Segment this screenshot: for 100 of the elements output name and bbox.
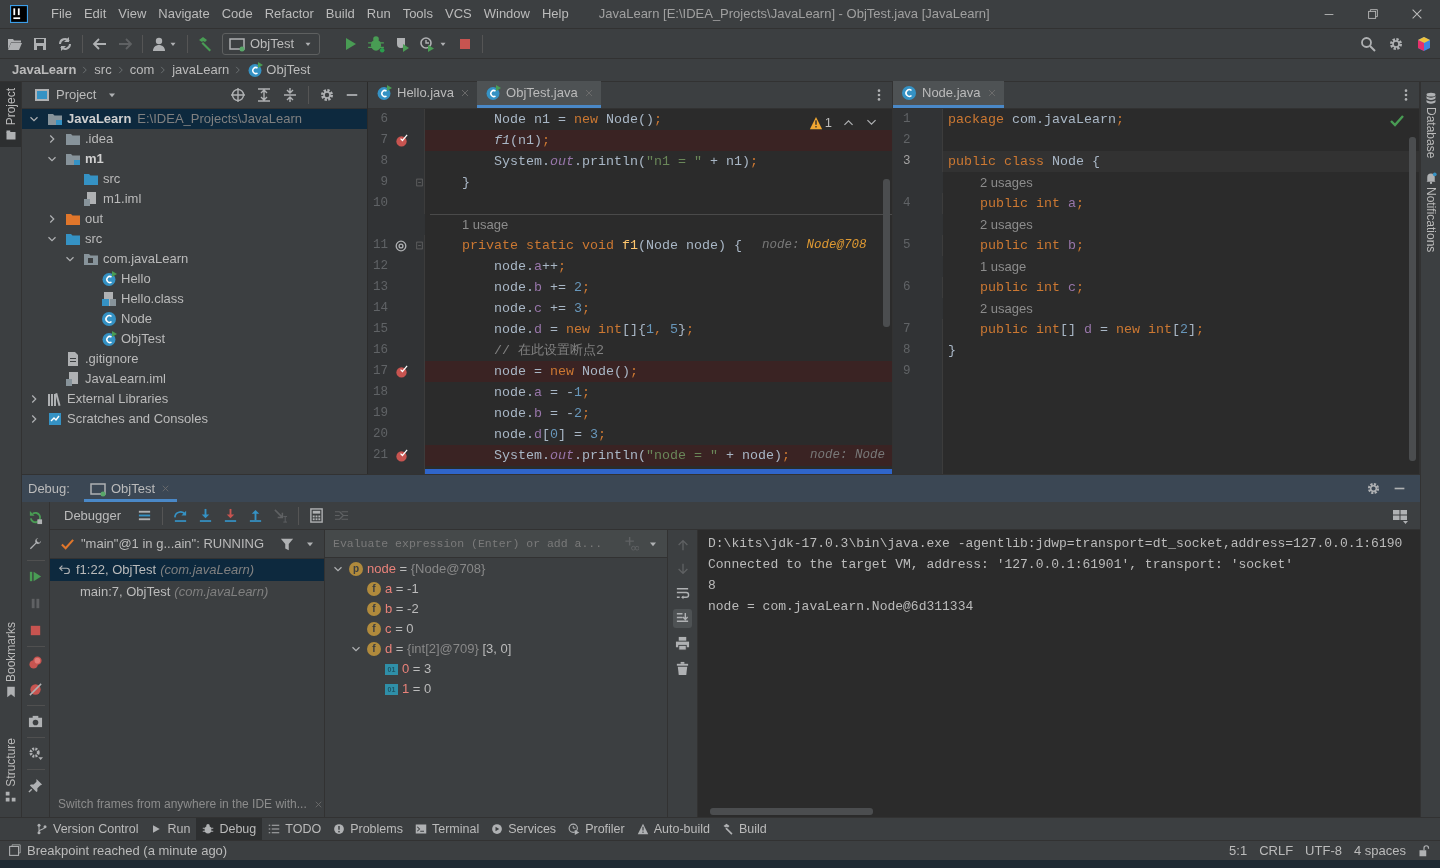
scrollbar[interactable]	[425, 469, 892, 474]
tree-row[interactable]: JavaLearn.iml	[22, 369, 367, 389]
run-config-dropdown[interactable]: ObjTest	[222, 32, 320, 55]
tree-row[interactable]: .idea	[22, 129, 367, 149]
tree-row[interactable]: src	[22, 169, 367, 189]
tree-row[interactable]: .gitignore	[22, 349, 367, 369]
breakpoints-icon[interactable]	[28, 655, 43, 670]
variable-row[interactable]: f b = -2	[325, 599, 667, 619]
menu-item[interactable]: File	[45, 4, 78, 24]
camera-icon[interactable]	[28, 714, 43, 729]
tree-row[interactable]: com.javaLearn	[22, 249, 367, 269]
tool-window-button[interactable]: Problems	[327, 817, 409, 841]
status-item[interactable]: 4 spaces	[1353, 840, 1406, 861]
tool-window-button[interactable]: Run	[144, 817, 197, 841]
scrollbar[interactable]	[710, 808, 873, 815]
menu-item[interactable]: Help	[535, 4, 575, 24]
overrides-icon[interactable]	[394, 238, 408, 253]
tree-row[interactable]: Scratches and Consoles	[22, 409, 367, 429]
menu-item[interactable]: VCS	[439, 4, 478, 24]
filter-icon[interactable]	[280, 537, 294, 551]
resume-icon[interactable]	[28, 569, 43, 584]
breakpoint-icon[interactable]	[393, 448, 409, 463]
step-out-icon[interactable]	[248, 508, 264, 523]
tree-row[interactable]: Hello.class	[22, 289, 367, 309]
side-tab[interactable]: Project	[0, 82, 21, 148]
frame-row[interactable]: main:7, ObjTest (com.javaLearn)	[50, 581, 324, 603]
breakpoint-icon[interactable]	[393, 133, 409, 148]
variable-row[interactable]: p node = {Node@708}	[325, 559, 667, 579]
variable-row[interactable]: f a = -1	[325, 579, 667, 599]
tree-row[interactable]: ObjTest	[22, 329, 367, 349]
editor-tab[interactable]: Node.java	[893, 81, 1004, 108]
tree-row[interactable]: m1.iml	[22, 189, 367, 209]
editor-tab[interactable]: Hello.java	[368, 81, 478, 108]
settings-icon[interactable]	[28, 746, 43, 761]
force-step-into-icon[interactable]	[223, 508, 239, 523]
tool-window-button[interactable]: Auto-build	[630, 817, 716, 841]
menu-item[interactable]: Tools	[396, 4, 439, 24]
side-tab[interactable]: Structure	[0, 732, 21, 809]
lock-icon[interactable]	[1418, 844, 1430, 857]
editor-tab[interactable]: ObjTest.java	[477, 81, 601, 108]
save-icon[interactable]	[32, 35, 48, 52]
tool-window-button[interactable]: Terminal	[408, 817, 486, 841]
frame-row[interactable]: f1:22, ObjTest (com.javaLearn)	[50, 559, 324, 581]
usage-hint[interactable]: 2 usages	[980, 214, 1033, 235]
menu-item[interactable]: Window	[477, 4, 536, 24]
tree-row[interactable]: Node	[22, 309, 367, 329]
scrollbar[interactable]	[1409, 137, 1416, 461]
tree-row[interactable]: out	[22, 209, 367, 229]
tool-window-button[interactable]: Services	[485, 817, 563, 841]
usage-hint[interactable]: 2 usages	[980, 172, 1033, 193]
menu-item[interactable]: Code	[215, 4, 259, 24]
side-tab[interactable]: Database	[1421, 92, 1440, 159]
tool-window-button[interactable]: Debug	[196, 817, 263, 841]
wrench-icon[interactable]	[28, 537, 43, 552]
usage-hint[interactable]: 1 usage	[462, 215, 509, 235]
search-icon[interactable]	[1360, 35, 1376, 52]
breadcrumb-item[interactable]: com	[129, 60, 155, 80]
variable-row[interactable]: f c = 0	[325, 619, 667, 639]
status-item[interactable]: 5:1	[1229, 840, 1248, 861]
menu-item[interactable]: Navigate	[152, 4, 216, 24]
restore-icon[interactable]	[1366, 7, 1380, 21]
toolbox-icon[interactable]	[1416, 35, 1432, 52]
breadcrumb-item[interactable]: ObjTest	[266, 60, 311, 80]
locate-icon[interactable]	[230, 87, 246, 103]
menu-item[interactable]: Build	[319, 4, 361, 24]
evaluate-icon[interactable]	[309, 508, 325, 523]
coverage-icon[interactable]	[394, 35, 410, 52]
settings-icon[interactable]	[1366, 481, 1381, 496]
print-icon[interactable]	[675, 636, 690, 651]
side-tab[interactable]: Notifications	[1421, 172, 1440, 253]
breadcrumb-item[interactable]: javaLearn	[172, 60, 230, 80]
tool-window-button[interactable]: Profiler	[562, 817, 631, 841]
collapse-all-icon[interactable]	[282, 87, 298, 103]
usage-hint[interactable]: 2 usages	[980, 298, 1033, 319]
thread-selector[interactable]: "main"@1 in g...ain": RUNNING	[81, 534, 265, 554]
variable-row[interactable]: f d = {int[2]@709} [3, 0]	[325, 639, 667, 659]
panel-title[interactable]: Project	[56, 85, 97, 105]
breakpoint-icon[interactable]	[393, 364, 409, 379]
sync-icon[interactable]	[57, 35, 73, 52]
side-tab[interactable]: Bookmarks	[0, 616, 21, 705]
profile-dropdown[interactable]	[419, 35, 448, 52]
layout-icon[interactable]	[1392, 507, 1408, 524]
breadcrumb-item[interactable]: src	[94, 60, 112, 80]
settings-icon[interactable]	[1388, 35, 1404, 52]
menu-item[interactable]: View	[112, 4, 153, 24]
hammer-icon[interactable]	[197, 35, 213, 52]
threads-icon[interactable]	[137, 508, 153, 523]
tool-window-button[interactable]: Build	[716, 817, 773, 841]
scrollbar[interactable]	[883, 179, 890, 327]
step-over-icon[interactable]	[173, 508, 189, 523]
tree-row[interactable]: m1	[22, 149, 367, 169]
clear-icon[interactable]	[675, 661, 690, 676]
tree-row[interactable]: Hello	[22, 269, 367, 289]
tree-row[interactable]: JavaLearn E:\IDEA_Projects\JavaLearn	[22, 109, 367, 129]
user-dropdown[interactable]	[152, 35, 178, 52]
expand-all-icon[interactable]	[256, 87, 272, 103]
status-item[interactable]: CRLF	[1259, 840, 1294, 861]
tool-window-button[interactable]: Version Control	[30, 817, 145, 841]
settings-icon[interactable]	[319, 87, 335, 103]
menu-item[interactable]: Edit	[77, 4, 113, 24]
